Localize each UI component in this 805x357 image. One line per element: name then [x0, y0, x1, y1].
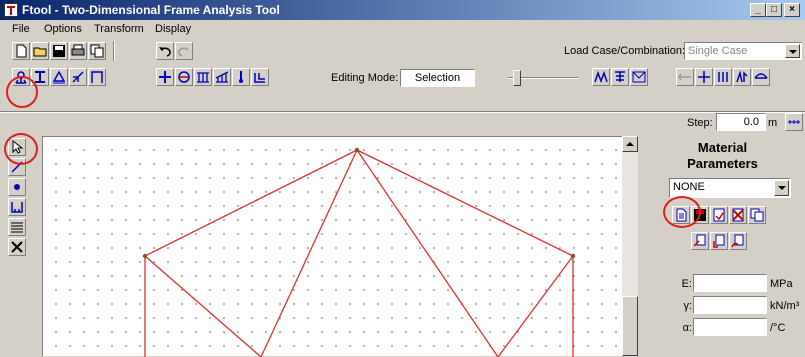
material-info-icon[interactable] [729, 232, 747, 250]
menu-display[interactable]: Display [155, 23, 191, 35]
drawing-canvas[interactable] [42, 136, 622, 357]
frame-member-icon[interactable] [88, 68, 106, 86]
grid-icon[interactable] [8, 218, 26, 236]
load-case-value: Single Case [688, 45, 748, 57]
draw-frame-icon[interactable] [8, 198, 26, 216]
highlight-ring-select-tool [4, 133, 38, 165]
linear-load-icon[interactable] [213, 68, 231, 86]
envelope-view-icon[interactable] [630, 68, 648, 86]
specific-weight-label: γ: [683, 300, 692, 312]
editing-mode-label: Editing Mode: [331, 72, 399, 84]
uniform-load-icon[interactable] [194, 68, 212, 86]
new-file-icon[interactable] [12, 42, 30, 60]
close-button[interactable]: × [784, 3, 800, 17]
highlight-ring-new-material [663, 196, 701, 228]
influence-line-icon[interactable] [752, 68, 770, 86]
menu-bar: File Options Transform Display [0, 20, 805, 39]
window-title: Ftool - Two-Dimensional Frame Analysis T… [22, 3, 280, 17]
step-label: Step: [687, 117, 713, 129]
shear-force-icon[interactable] [695, 68, 713, 86]
ftool-app-icon [4, 3, 18, 17]
save-disk-icon[interactable] [50, 42, 68, 60]
canvas-vertical-scrollbar[interactable] [622, 136, 638, 356]
menu-file[interactable]: File [12, 23, 30, 35]
internal-forces-icon[interactable] [611, 68, 629, 86]
specific-weight-unit: kN/m³ [770, 300, 800, 312]
material-select[interactable]: NONE [669, 178, 791, 198]
node-left[interactable] [142, 253, 148, 259]
load-case-select[interactable]: Single Case [684, 42, 802, 60]
menu-options[interactable]: Options [44, 23, 82, 35]
file-toolbar: Load Case/Combination: Single Case [0, 39, 805, 63]
redo-icon[interactable] [175, 42, 193, 60]
frame-inner-members [144, 149, 574, 357]
point-load-icon[interactable] [156, 68, 174, 86]
temperature-load-icon[interactable] [232, 68, 250, 86]
grid-snap-icon[interactable] [785, 113, 803, 131]
panel-title-line1: Material [697, 140, 748, 155]
title-bar: Ftool - Two-Dimensional Frame Analysis T… [0, 0, 805, 20]
material-parameters-panel: Material Parameters NONE E: MPa γ: kN/m³… [640, 136, 805, 356]
chevron-down-icon [774, 180, 789, 196]
pick-material-icon[interactable] [691, 232, 709, 250]
panel-title: Material Parameters [640, 140, 805, 172]
axial-force-icon[interactable] [676, 68, 694, 86]
toolbar-divider [0, 111, 805, 113]
scroll-thumb[interactable] [622, 296, 638, 356]
frame-model [142, 147, 576, 357]
apply-material-icon[interactable] [710, 206, 728, 224]
maximize-button[interactable]: □ [766, 3, 782, 17]
node-right[interactable] [570, 253, 576, 259]
copy-material-icon[interactable] [748, 206, 766, 224]
thermal-coefficient-label: α: [682, 322, 692, 334]
delete-icon[interactable] [8, 238, 26, 256]
model-toolbar: Editing Mode: Selection [0, 63, 805, 91]
delete-material-icon[interactable] [729, 206, 747, 224]
chevron-down-icon [785, 44, 800, 58]
e-modulus-unit: MPa [770, 278, 793, 290]
load-case-label: Load Case/Combination: [564, 45, 686, 57]
thermal-coefficient-input[interactable] [693, 318, 767, 336]
hinge-icon[interactable] [69, 68, 87, 86]
minimize-button[interactable]: _ [750, 3, 766, 17]
specific-weight-input[interactable] [693, 296, 767, 314]
print-icon[interactable] [69, 42, 87, 60]
copy-icon[interactable] [88, 42, 106, 60]
reactions-icon[interactable] [733, 68, 751, 86]
e-modulus-input[interactable] [693, 274, 767, 292]
step-unit: m [768, 117, 778, 129]
e-modulus-label: E: [681, 278, 692, 290]
toolbar-separator [113, 41, 115, 61]
highlight-ring-support-tool [6, 76, 38, 108]
scale-slider-thumb[interactable] [513, 70, 521, 86]
drawing-toolbar [0, 136, 42, 356]
moment-load-icon[interactable] [175, 68, 193, 86]
panel-title-line2: Parameters [687, 156, 758, 171]
editing-mode-value: Selection [400, 69, 475, 87]
open-folder-icon[interactable] [31, 42, 49, 60]
assign-material-icon[interactable] [710, 232, 728, 250]
menu-transform[interactable]: Transform [94, 23, 144, 35]
scroll-up-arrow-icon[interactable] [622, 136, 638, 152]
frame-top-members [144, 149, 574, 257]
undo-icon[interactable] [156, 42, 174, 60]
thermal-coefficient-unit: /°C [770, 322, 786, 334]
bending-moment-icon[interactable] [714, 68, 732, 86]
material-select-value: NONE [673, 181, 705, 193]
node-apex[interactable] [354, 147, 360, 153]
ftool-window: Ftool - Two-Dimensional Frame Analysis T… [0, 0, 805, 357]
insert-node-icon[interactable] [8, 178, 26, 196]
displacement-icon[interactable] [251, 68, 269, 86]
deformed-shape-icon[interactable] [592, 68, 610, 86]
triangle-support-icon[interactable] [50, 68, 68, 86]
step-input[interactable]: 0.0 [716, 113, 766, 131]
